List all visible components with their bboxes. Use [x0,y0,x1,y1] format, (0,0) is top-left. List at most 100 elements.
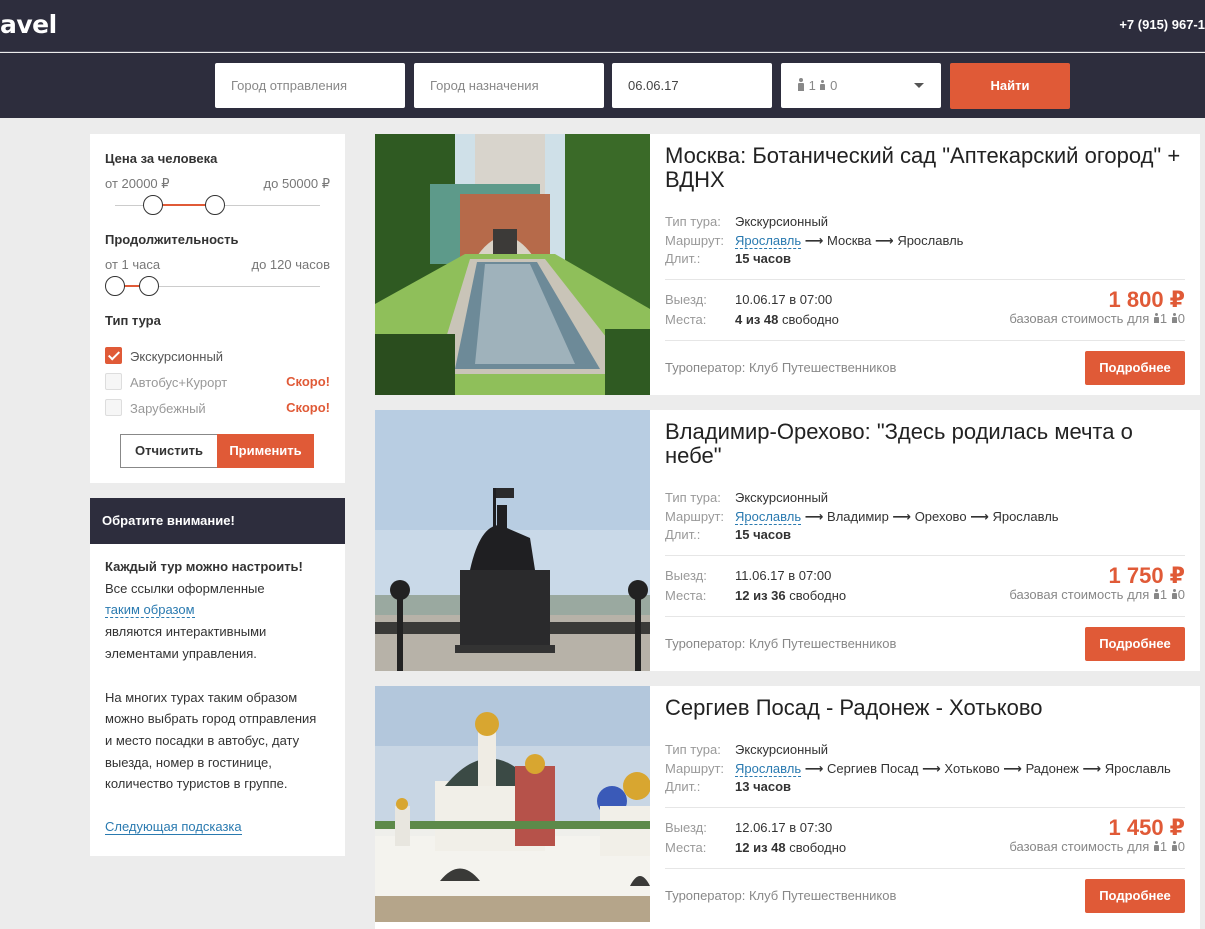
tour-photo[interactable] [375,134,650,395]
adult-icon [797,78,805,91]
arrow-right-icon: ⟶ [804,509,824,524]
price-range-labels: от 20000 ₽ до 50000 ₽ [105,176,330,192]
next-hint-link[interactable]: Следующая подсказка [105,819,242,835]
tour-photo[interactable] [375,686,650,922]
label-duration: Длит.: [665,251,701,266]
tour-route: Ярославль ⟶ Владимир ⟶ Орехово ⟶ Ярослав… [735,509,1059,525]
label-route: Маршрут: [665,761,725,776]
tour-operator: Туроператор: Клуб Путешественников [665,888,897,903]
route-city: Хотьково [944,761,1000,776]
departure-datetime: 12.06.17 в 07:30 [735,820,833,835]
checkbox-abroad-label[interactable]: Зарубежный [130,401,206,416]
divider [665,279,1185,280]
price-to: до 50000 ₽ [263,176,330,191]
route-city: Ярославль [897,233,964,248]
tour-title[interactable]: Москва: Ботанический сад "Аптекарский ог… [665,144,1185,192]
child-icon [819,80,826,91]
arrow-right-icon: ⟶ [875,233,894,248]
adult-icon [1153,313,1160,324]
base-cost-label: базовая стоимость для [1009,839,1150,854]
adults-count: 1 [1159,839,1168,854]
details-button[interactable]: Подробнее [1085,879,1185,913]
label-departure: Выезд: [665,820,707,835]
tour-price: 1 750 ₽ [1108,563,1185,588]
tour-title[interactable]: Сергиев Посад - Радонеж - Хотьково [665,696,1185,720]
arrow-right-icon: ⟶ [804,233,824,248]
duration-slider-max-handle[interactable] [139,276,159,296]
hint-panel: Обратите внимание! Каждый тур можно наст… [90,498,345,856]
seats-count: 12 из 48 [735,840,786,855]
checkbox-excursion-label[interactable]: Экскурсионный [130,349,223,364]
route-city: Радонеж [1025,761,1079,776]
hint-text: Каждый тур можно настроить! Все ссылки о… [105,556,340,795]
arrow-right-icon: ⟶ [1082,761,1102,776]
child-icon [1171,589,1178,600]
label-departure: Выезд: [665,568,707,583]
base-cost-note[interactable]: базовая стоимость для 1 0 [1009,587,1185,602]
divider [665,340,1185,341]
checkbox-excursion[interactable] [105,347,122,364]
travelers-select[interactable]: 1 0 [781,63,941,108]
hint-line: являются интерактивными [105,624,267,640]
hint-line: и место посадки в автобус, дату [105,732,300,748]
tour-photo[interactable] [375,410,650,671]
hint-example-link[interactable]: таким образом [105,602,195,619]
chevron-down-icon [914,83,924,88]
clear-filters-button[interactable]: Отчистить [120,434,218,468]
seats-info: 12 из 48 свободно [735,840,846,855]
adult-icon [1153,841,1160,852]
child-icon [1171,313,1178,324]
price-slider-max-handle[interactable] [205,195,225,215]
adults-count: 1 [1159,587,1168,602]
details-button[interactable]: Подробнее [1085,627,1185,661]
base-cost-label: базовая стоимость для [1009,311,1150,326]
details-button[interactable]: Подробнее [1085,351,1185,385]
route-city: Ярославль [992,509,1059,524]
duration-slider-min-handle[interactable] [105,276,125,296]
label-departure: Выезд: [665,292,707,307]
tour-title[interactable]: Владимир-Орехово: "Здесь родилась мечта … [665,420,1185,468]
site-logo[interactable]: avel [0,10,57,39]
tour-operator: Туроператор: Клуб Путешественников [665,636,897,651]
base-cost-note[interactable]: базовая стоимость для 1 0 [1009,839,1185,854]
find-button[interactable]: Найти [950,63,1070,109]
child-icon [1171,841,1178,852]
tour-type-value: Экскурсионный [735,214,829,229]
label-duration: Длит.: [665,527,701,542]
arrow-right-icon: ⟶ [970,509,989,524]
checkbox-abroad[interactable] [105,399,122,416]
checkbox-bus-resort[interactable] [105,373,122,390]
departure-city-input[interactable]: Город отправления [215,63,405,108]
apply-filters-button[interactable]: Применить [217,434,314,468]
destination-city-input[interactable]: Город назначения [414,63,604,108]
hint-line: Все ссылки оформленные [105,580,265,596]
price-slider-min-handle[interactable] [143,195,163,215]
route-start-city[interactable]: Ярославль [735,761,802,777]
hint-line: выезда, номер в гостинице, [105,754,272,770]
filters-panel: Цена за человека от 20000 ₽ до 50000 ₽ П… [90,134,345,483]
date-input[interactable]: 06.06.17 [612,63,772,108]
search-bar: Город отправления Город назначения 06.06… [0,53,1205,118]
base-cost-note[interactable]: базовая стоимость для 1 0 [1009,311,1185,326]
phone-number: +7 (915) 967-1 [1119,17,1205,32]
base-cost-label: базовая стоимость для [1009,587,1150,602]
seats-count: 4 из 48 [735,312,779,327]
label-tour-type: Тип тура: [665,490,721,505]
price-from: от 20000 ₽ [105,176,170,191]
hint-line: На многих турах таким образом [105,689,298,705]
label-tour-type: Тип тура: [665,214,721,229]
coming-soon-badge: Скоро! [286,400,330,415]
route-start-city[interactable]: Ярославль [735,233,802,249]
checkbox-bus-resort-label[interactable]: Автобус+Курорт [130,375,227,390]
hint-line: количество туристов в группе. [105,776,288,792]
departure-datetime: 11.06.17 в 07:00 [735,568,832,583]
divider [665,555,1185,556]
tour-type-value: Экскурсионный [735,742,829,757]
label-tour-type: Тип тура: [665,742,721,757]
route-start-city[interactable]: Ярославль [735,509,802,525]
hint-line: элементами управления. [105,645,257,661]
seats-count: 12 из 36 [735,588,786,603]
tour-price: 1 450 ₽ [1108,815,1185,840]
adults-count: 1 [1159,311,1168,326]
tour-card: Москва: Ботанический сад "Аптекарский ог… [375,134,1200,395]
